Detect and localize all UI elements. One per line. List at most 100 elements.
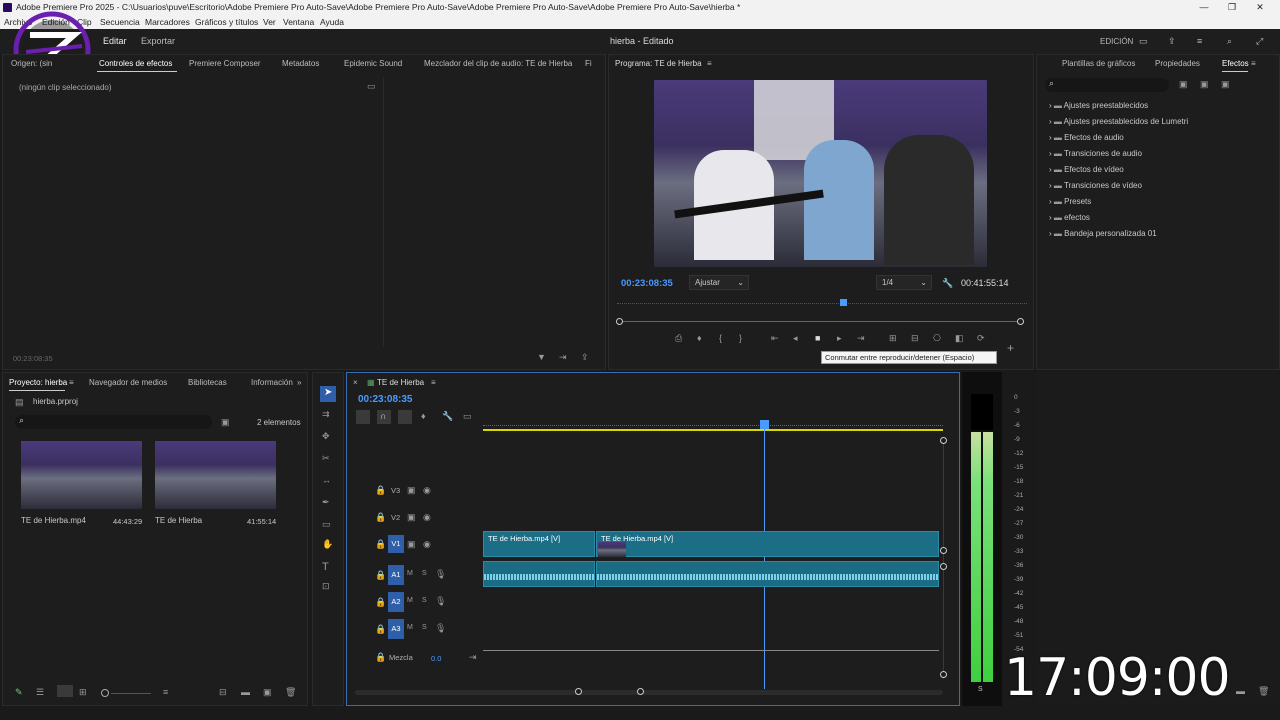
tab-source[interactable]: Origen: (sin: [11, 55, 52, 72]
tab-media-browser[interactable]: Navegador de medios: [89, 374, 167, 391]
export-frame-icon[interactable]: ⇥: [559, 352, 567, 363]
razor-tool-icon[interactable]: ✂: [322, 453, 330, 464]
lock-icon[interactable]: 🔒: [375, 512, 386, 523]
time-ruler[interactable]: [617, 303, 1027, 309]
tab-project[interactable]: Proyecto: hierba: [9, 374, 67, 391]
search-icon[interactable]: ⌕: [1227, 29, 1232, 54]
lock-icon[interactable]: 🔒: [375, 597, 386, 608]
snap-icon[interactable]: ∩: [377, 410, 391, 424]
tab-premiere-composer[interactable]: Premiere Composer: [189, 55, 261, 72]
horizontal-scrollbar[interactable]: [355, 690, 943, 695]
zoom-handle-left[interactable]: [616, 318, 623, 325]
monitor-playhead[interactable]: [839, 299, 847, 306]
zoom-bar[interactable]: [619, 321, 1023, 322]
resolution-dropdown[interactable]: 1/4 ⌄: [876, 275, 932, 290]
tab-graphics-templates[interactable]: Plantillas de gráficos: [1062, 55, 1135, 72]
scroll-handle[interactable]: [940, 547, 947, 554]
more-tabs-icon[interactable]: »: [297, 374, 301, 391]
effects-folder[interactable]: › ▬ Presets: [1049, 197, 1091, 211]
zoom-handle-right[interactable]: [1017, 318, 1024, 325]
fit-dropdown[interactable]: Ajustar ⌄: [689, 275, 749, 290]
work-area-bar[interactable]: [483, 429, 943, 431]
minimize-button[interactable]: —: [1190, 0, 1218, 15]
tab-info[interactable]: Información: [251, 374, 293, 391]
workspace-label[interactable]: EDICIÓN: [1100, 29, 1133, 54]
go-to-in-icon[interactable]: ⇤: [771, 333, 779, 344]
comparison-icon[interactable]: ◧: [955, 333, 964, 344]
pen-tool-icon[interactable]: ✒: [322, 497, 330, 508]
video-clip-1[interactable]: TE de Hierba.mp4 [V]: [483, 531, 595, 557]
eye-icon[interactable]: ◉: [423, 512, 431, 523]
thumbnail-sequence[interactable]: [155, 441, 276, 509]
overwrite-icon[interactable]: ⊟: [911, 333, 919, 344]
timeline-settings-icon[interactable]: 🔧: [442, 411, 453, 422]
insert-icon[interactable]: ⊞: [889, 333, 897, 344]
lock-icon[interactable]: 🔒: [375, 485, 386, 496]
mix-value[interactable]: 0.0: [431, 654, 441, 663]
tab-properties[interactable]: Propiedades: [1155, 55, 1200, 72]
effects-folder[interactable]: › ▬ efectos: [1049, 213, 1090, 227]
effects-folder[interactable]: › ▬ Bandeja personalizada 01: [1049, 229, 1157, 243]
caption-tool-icon[interactable]: ⊡: [322, 581, 330, 592]
sync-icon[interactable]: ▣: [407, 485, 416, 496]
microphone-icon[interactable]: 🎙: [435, 623, 446, 634]
tab-effects[interactable]: Efectos: [1222, 55, 1249, 72]
track-v3[interactable]: V3: [391, 486, 400, 495]
mute-icon[interactable]: M: [407, 597, 413, 604]
toggle-panel-icon[interactable]: ▭: [367, 81, 376, 92]
yuv-effects-icon[interactable]: ▣: [1221, 79, 1230, 90]
share-icon[interactable]: ⇪: [1168, 29, 1176, 54]
tab-audio-mixer[interactable]: Mezclador del clip de audio: TE de Hierb…: [424, 55, 572, 72]
effects-folder[interactable]: › ▬ Transiciones de vídeo: [1049, 181, 1142, 195]
tab-epidemic-sound[interactable]: Epidemic Sound: [344, 55, 402, 72]
add-button-icon[interactable]: +: [1007, 341, 1014, 355]
go-to-end-icon[interactable]: ⇥: [469, 652, 477, 663]
export-tab[interactable]: Exportar: [141, 29, 175, 54]
effects-folder[interactable]: › ▬ Efectos de audio: [1049, 133, 1124, 147]
filter-icon[interactable]: ▼: [537, 352, 546, 362]
close-button[interactable]: ✕: [1246, 0, 1274, 15]
thumbnail-clip-1[interactable]: [21, 441, 142, 509]
freeform-view-icon[interactable]: ⊞: [79, 687, 87, 698]
linked-selection-icon[interactable]: [398, 410, 412, 424]
panel-icon[interactable]: ▭: [1139, 29, 1148, 54]
audio-clip-2[interactable]: [596, 561, 939, 587]
scroll-handle[interactable]: [940, 671, 947, 678]
menu-icon[interactable]: ≡: [1197, 29, 1202, 54]
step-back-icon[interactable]: ◂: [793, 333, 798, 344]
new-bin-icon[interactable]: ▬: [1236, 686, 1245, 696]
track-v1[interactable]: V1: [388, 535, 404, 553]
hscroll-handle-right[interactable]: [637, 688, 644, 695]
panel-menu-icon[interactable]: ≡: [1251, 55, 1256, 72]
solo-icon[interactable]: S: [422, 570, 427, 577]
audio-clip-1[interactable]: [483, 561, 595, 587]
marker-icon[interactable]: ♦: [697, 333, 702, 343]
mark-out-icon[interactable]: }: [739, 333, 742, 343]
32bit-effects-icon[interactable]: ▣: [1200, 79, 1209, 90]
wrench-icon[interactable]: 🔧: [942, 278, 953, 289]
camera-icon[interactable]: ⎔: [933, 333, 941, 344]
vr-icon[interactable]: ⟳: [977, 333, 985, 344]
timeline-timecode[interactable]: 00:23:08:35: [358, 394, 412, 405]
vertical-scrollbar[interactable]: [943, 437, 944, 679]
sequence-tab[interactable]: TE de Hierba: [377, 374, 424, 391]
effects-folder[interactable]: › ▬ Efectos de vídeo: [1049, 165, 1124, 179]
trash-icon[interactable]: 🗑: [285, 687, 296, 698]
timeline-playhead-handle[interactable]: [759, 420, 769, 429]
scroll-handle[interactable]: [940, 563, 947, 570]
trash-icon[interactable]: 🗑: [1258, 686, 1269, 697]
mute-icon[interactable]: M: [407, 570, 413, 577]
microphone-icon[interactable]: 🎙: [435, 569, 446, 580]
icon-view-button[interactable]: [57, 685, 73, 697]
menu-marcadores[interactable]: Marcadores: [145, 15, 190, 29]
zoom-slider[interactable]: [111, 693, 151, 694]
effects-folder[interactable]: › ▬ Ajustes preestablecidos de Lumetri: [1049, 117, 1188, 131]
tab-metadata[interactable]: Metadatos: [282, 55, 319, 72]
track-select-tool-icon[interactable]: ⇉: [322, 409, 330, 420]
panel-menu-icon[interactable]: ≡: [431, 374, 436, 391]
step-forward-icon[interactable]: ▸: [837, 333, 842, 344]
sync-icon[interactable]: ▣: [407, 539, 416, 550]
project-search-input[interactable]: ⌕: [15, 415, 212, 429]
tab-fi[interactable]: Fi: [585, 55, 592, 72]
mute-icon[interactable]: M: [407, 624, 413, 631]
